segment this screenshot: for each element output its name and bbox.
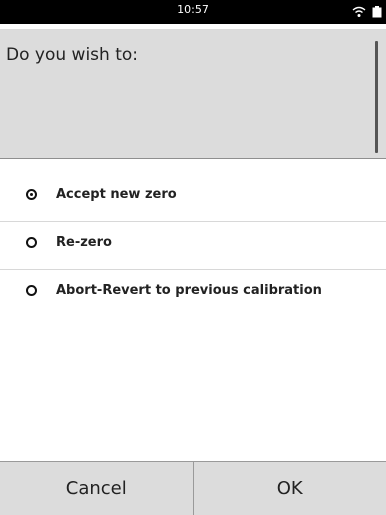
cancel-button[interactable]: Cancel: [0, 462, 193, 515]
scrollbar[interactable]: [375, 41, 378, 153]
radio-selected-icon[interactable]: [26, 189, 37, 200]
wifi-icon: [352, 6, 366, 18]
option-accept-new-zero[interactable]: Accept new zero: [0, 174, 386, 222]
option-list: Accept new zero Re-zero Abort-Revert to …: [0, 174, 386, 317]
radio-icon[interactable]: [26, 237, 37, 248]
status-bar: 10:57: [0, 0, 386, 24]
radio-icon[interactable]: [26, 285, 37, 296]
option-re-zero[interactable]: Re-zero: [0, 222, 386, 270]
ok-button[interactable]: OK: [193, 462, 386, 515]
option-label: Re-zero: [56, 235, 112, 250]
prompt-text: Do you wish to:: [6, 45, 138, 65]
status-icons: [352, 4, 382, 20]
status-time: 10:57: [0, 3, 386, 16]
option-label: Abort-Revert to previous calibration: [56, 283, 322, 298]
prompt-panel: Do you wish to:: [0, 29, 386, 159]
option-abort-revert[interactable]: Abort-Revert to previous calibration: [0, 270, 386, 317]
option-label: Accept new zero: [56, 187, 177, 202]
battery-icon: [372, 6, 382, 18]
button-bar: Cancel OK: [0, 461, 386, 515]
